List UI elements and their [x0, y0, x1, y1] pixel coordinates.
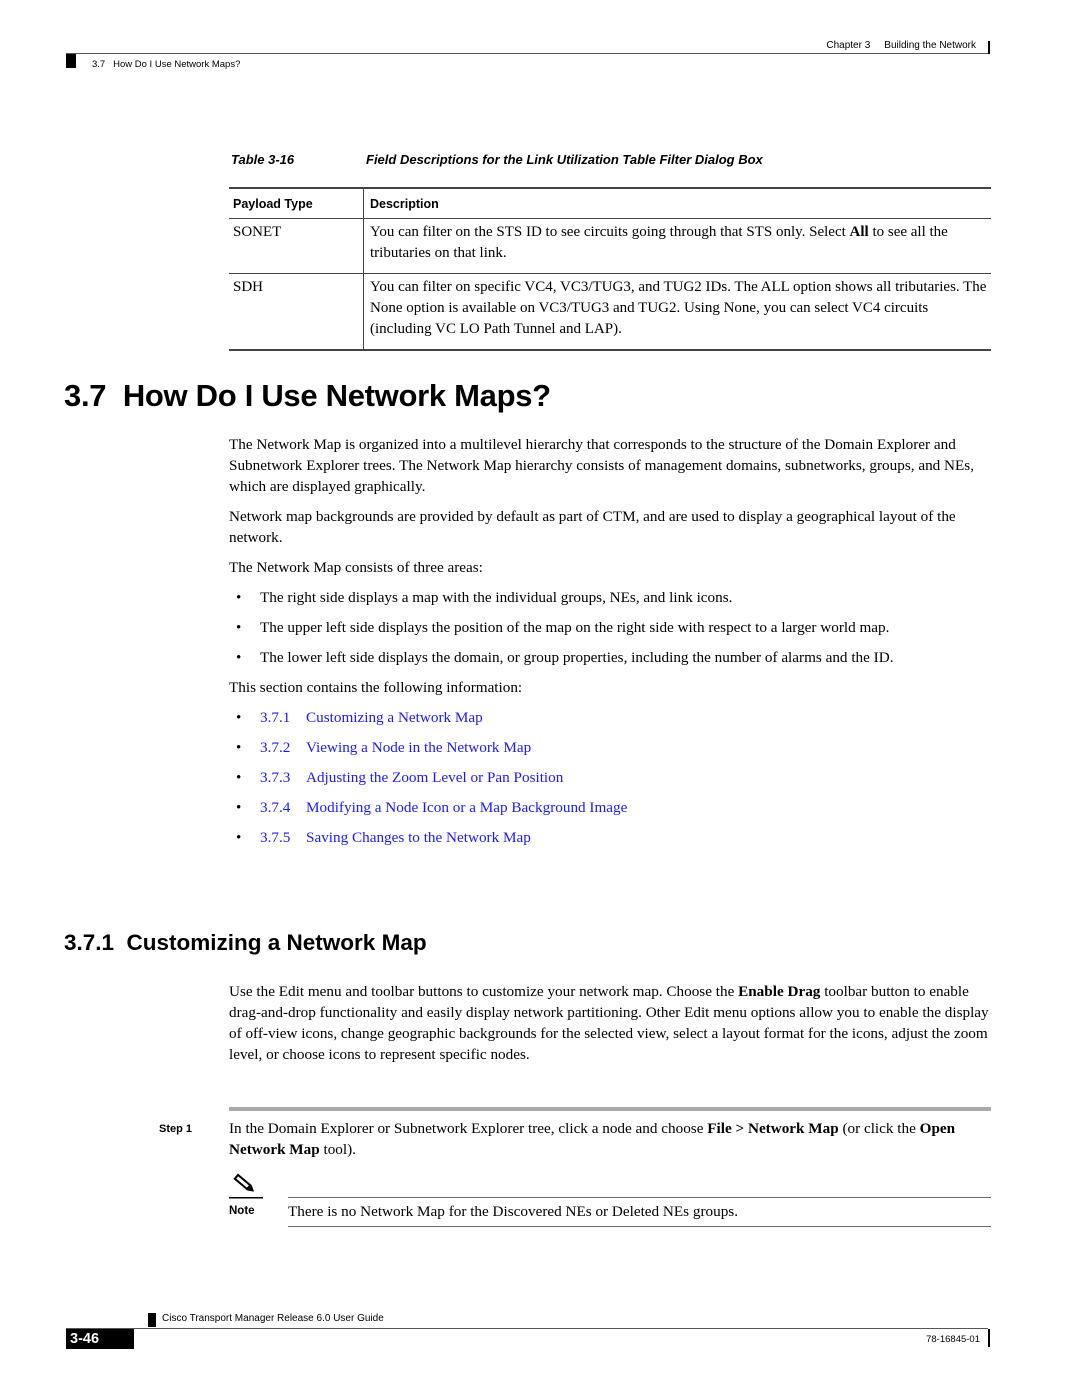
contents-intro: This section contains the following info… [229, 679, 523, 696]
bullet-item: • The right side displays a map with the … [229, 587, 994, 608]
table-number: Table 3-16 [231, 152, 295, 167]
step-text-part: (or click the [838, 1120, 920, 1137]
note-bottom-rule [288, 1226, 991, 1227]
areas-bullet-list: • The right side displays a map with the … [229, 587, 994, 668]
running-header-chapter: Chapter 3 Building the Network [826, 40, 976, 51]
link-title: Viewing a Node in the Network Map [306, 739, 532, 756]
footer-marker-block [148, 1313, 156, 1327]
section-links-list: • 3.7.1 Customizing a Network Map • 3.7.2 Vi… [229, 707, 994, 848]
paragraph-bold-text: Enable Drag [738, 983, 821, 1000]
table-caption: Table 3-16 Field Descriptions for the Lin… [231, 152, 763, 167]
bullet-icon: • [236, 829, 242, 846]
link-adjusting-zoom[interactable]: 3.7.3 Adjusting the Zoom Level or Pan Pos… [260, 769, 563, 786]
note-label: Note [229, 1205, 255, 1217]
field-descriptions-table: Payload Type Description SONET You can f… [229, 187, 991, 351]
link-viewing-node[interactable]: 3.7.2 Viewing a Node in the Network Map [260, 739, 531, 756]
document-number: 78-16845-01 [926, 1334, 980, 1345]
link-title: Saving Changes to the Network Map [306, 829, 531, 846]
link-item: • 3.7.3 Adjusting the Zoom Level or Pan Po… [229, 767, 994, 788]
chapter-label: Chapter 3 [826, 40, 871, 51]
bullet-text: The right side displays a map with the i… [260, 589, 733, 606]
description-text: You can filter on specific VC4, VC3/TUG3… [370, 279, 987, 337]
description-cell: You can filter on specific VC4, VC3/TUG3… [364, 274, 991, 349]
step-text: In the Domain Explorer or Subnetwork Exp… [229, 1118, 994, 1160]
bullet-icon: • [236, 769, 242, 786]
link-modifying-node-icon[interactable]: 3.7.4 Modifying a Node Icon or a Map Back… [260, 799, 627, 816]
step-text-part: tool). [319, 1141, 356, 1158]
link-saving-changes[interactable]: 3.7.5 Saving Changes to the Network Map [260, 829, 531, 846]
chapter-title: Building the Network [884, 40, 976, 51]
bullet-icon: • [236, 649, 242, 666]
bullet-icon: • [236, 619, 242, 636]
link-item: • 3.7.2 Viewing a Node in the Network Map [229, 737, 994, 758]
bullet-icon: • [236, 709, 242, 726]
link-number: 3.7.5 [260, 829, 291, 846]
link-title: Modifying a Node Icon or a Map Backgroun… [306, 799, 628, 816]
pencil-icon [229, 1172, 263, 1200]
table-row: SONET You can filter on the STS ID to se… [229, 219, 991, 273]
page-number: 3-46 [66, 1329, 134, 1349]
bullet-item: • The upper left side displays the positi… [229, 617, 994, 638]
link-title: Adjusting the Zoom Level or Pan Position [306, 769, 564, 786]
table-title: Field Descriptions for the Link Utilizat… [366, 152, 763, 167]
column-header-description: Description [370, 197, 439, 211]
link-number: 3.7.4 [260, 799, 291, 816]
header-marker-block [66, 54, 76, 68]
description-bold-text: All [849, 224, 869, 240]
step-menu-path: File > Network Map [707, 1120, 839, 1137]
link-number: 3.7.2 [260, 739, 291, 756]
bullet-text: The upper left side displays the positio… [260, 619, 890, 636]
table-row: SDH You can filter on specific VC4, VC3/… [229, 274, 991, 349]
subsection-body: Use the Edit menu and toolbar buttons to… [229, 981, 994, 1074]
link-item: • 3.7.5 Saving Changes to the Network Map [229, 827, 994, 848]
description-text: You can filter on the STS ID to see circ… [370, 224, 850, 240]
footer-tick-mark [988, 1329, 990, 1347]
link-item: • 3.7.4 Modifying a Node Icon or a Map Bac… [229, 797, 994, 818]
bullet-icon: • [236, 739, 242, 756]
link-number: 3.7.1 [260, 709, 291, 726]
header-tick-mark [988, 41, 990, 54]
section-heading: 3.7 How Do I Use Network Maps? [64, 378, 551, 413]
paragraph-text: Use the Edit menu and toolbar buttons to… [229, 983, 739, 1000]
procedure-rule [229, 1107, 991, 1111]
bullet-text: The lower left side displays the domain,… [260, 649, 894, 666]
step-label: Step 1 [159, 1123, 193, 1135]
description-cell: You can filter on the STS ID to see circ… [364, 219, 991, 273]
bullet-icon: • [236, 589, 242, 606]
column-header-payload-type: Payload Type [229, 189, 364, 218]
paragraph: Use the Edit menu and toolbar buttons to… [229, 981, 994, 1065]
note-text: There is no Network Map for the Discover… [288, 1203, 739, 1220]
paragraph: Network map backgrounds are provided by … [229, 508, 956, 546]
payload-type-cell: SONET [229, 219, 364, 273]
link-customizing-network-map[interactable]: 3.7.1 Customizing a Network Map [260, 709, 483, 726]
running-header-section: 3.7 How Do I Use Network Maps? [92, 59, 241, 70]
paragraph: The Network Map is organized into a mult… [229, 436, 975, 495]
table-bottom-rule [229, 349, 991, 351]
paragraph: The Network Map consists of three areas: [229, 559, 483, 576]
subsection-heading: 3.7.1 Customizing a Network Map [64, 930, 427, 955]
table-header-row: Payload Type Description [229, 189, 991, 218]
link-title: Customizing a Network Map [306, 709, 483, 726]
footer-guide-title: Cisco Transport Manager Release 6.0 User… [162, 1313, 384, 1324]
bullet-icon: • [236, 799, 242, 816]
note-top-rule [288, 1197, 991, 1198]
link-item: • 3.7.1 Customizing a Network Map [229, 707, 994, 728]
section-body: The Network Map is organized into a mult… [229, 434, 994, 857]
link-number: 3.7.3 [260, 769, 291, 786]
footer-rule [66, 1328, 988, 1329]
header-rule [66, 53, 988, 54]
bullet-item: • The lower left side displays the domain… [229, 647, 994, 668]
step-text-part: In the Domain Explorer or Subnetwork Exp… [229, 1120, 708, 1137]
payload-type-cell: SDH [229, 274, 364, 349]
